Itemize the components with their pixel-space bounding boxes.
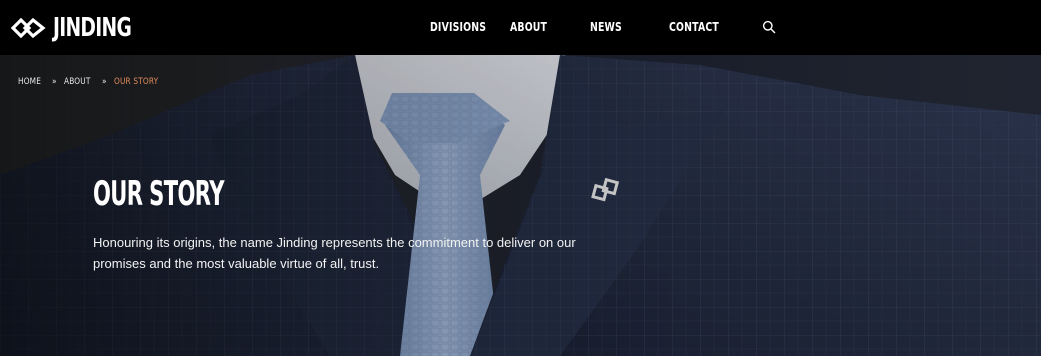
main-nav: DIVISIONS ABOUT NEWS CONTACT [0,0,1041,55]
breadcrumb: HOME » ABOUT » OUR STORY [18,77,168,87]
breadcrumb-separator: » [102,77,107,87]
hero-banner: HOME » ABOUT » OUR STORY OUR STORY Honou… [0,55,1041,356]
breadcrumb-about[interactable]: ABOUT [64,77,96,87]
nav-item-divisions[interactable]: DIVISIONS [430,20,486,34]
page: JINDING DIVISIONS ABOUT NEWS CONTACT HOM… [0,0,1041,356]
page-title: OUR STORY [93,174,224,214]
nav-item-news[interactable]: NEWS [590,20,622,34]
nav-item-contact[interactable]: CONTACT [669,20,719,34]
site-header: JINDING DIVISIONS ABOUT NEWS CONTACT [0,0,1041,55]
breadcrumb-home[interactable]: HOME [18,77,46,87]
search-icon[interactable] [762,20,776,34]
breadcrumb-current: OUR STORY [113,77,159,87]
hero-description: Honouring its origins, the name Jinding … [93,235,576,271]
breadcrumb-separator: » [52,77,57,87]
nav-item-about[interactable]: ABOUT [510,20,547,34]
